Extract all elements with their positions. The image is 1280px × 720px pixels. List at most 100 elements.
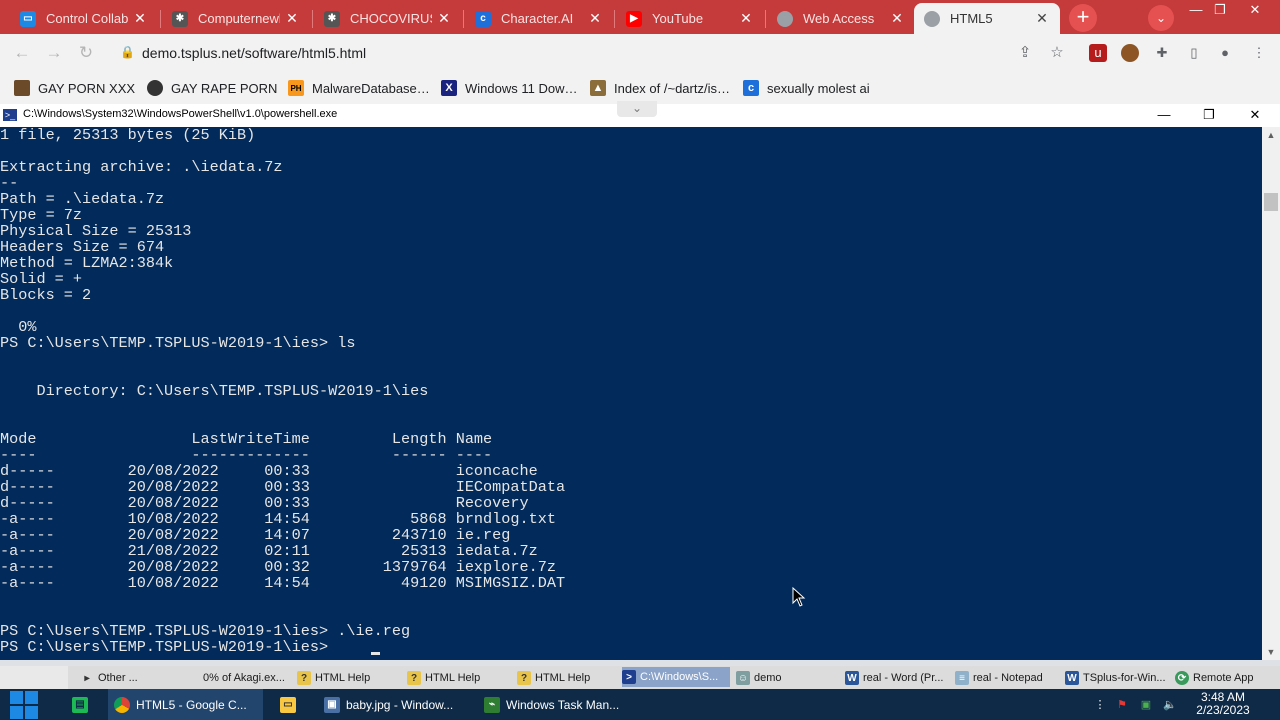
bookmark-star-icon[interactable]: ☆ <box>1048 44 1066 62</box>
windows-taskbar: ▤ HTML5 - Google C... ▭ ▣ baby.jpg - Win… <box>0 689 1280 720</box>
bookmark-item[interactable]: c sexually molest ai <box>743 78 870 98</box>
character-ai-icon: c <box>743 80 759 96</box>
share-icon[interactable]: ⇪ <box>1016 44 1034 62</box>
taskbar-photo-viewer[interactable]: ▣ baby.jpg - Window... <box>318 689 468 720</box>
console-line: PS C:\Users\TEMP.TSPLUS-W2019-1\ies> ls <box>0 334 356 352</box>
remote-task-item[interactable]: ⟳ Remote App <box>1175 669 1275 687</box>
taskbar-file-explorer[interactable]: ▭ <box>274 689 308 720</box>
console-line: -a---- 20/08/2022 14:07 243710 ie.reg <box>0 526 511 544</box>
new-tab-button[interactable]: + <box>1069 4 1097 32</box>
tab-separator <box>614 10 615 28</box>
tab-computernewb[interactable]: ✱ Computernewb ✕ <box>162 3 310 34</box>
bookmark-item[interactable]: X Windows 11 Dow… <box>441 78 577 98</box>
reload-icon[interactable]: ↻ <box>74 42 98 64</box>
remote-task-item[interactable]: ? HTML Help <box>407 669 511 687</box>
close-icon[interactable]: ✕ <box>1034 10 1050 27</box>
clock-date: 2/23/2023 <box>1196 703 1250 717</box>
extensions-puzzle-icon[interactable]: ✚ <box>1153 44 1171 62</box>
remote-task-item[interactable]: 0% of Akagi.ex... <box>203 669 291 687</box>
bookmark-item[interactable]: GAY RAPE PORN <box>147 78 277 98</box>
window-close-button[interactable]: ✕ <box>1243 2 1267 20</box>
powershell-console[interactable]: PS C:\Users\TEMP.TSPLUS-W2019-1\ies> PS … <box>0 127 1262 660</box>
remote-task-item[interactable]: W real - Word (Pr... <box>845 669 949 687</box>
scrollbar-thumb[interactable] <box>1264 193 1278 211</box>
taskbar-app[interactable]: ▤ <box>66 689 100 720</box>
bookmark-site-icon <box>14 80 30 96</box>
overflow-dots-icon[interactable]: ⋮ <box>1092 697 1108 713</box>
close-icon[interactable]: ✕ <box>284 10 300 27</box>
bookmark-item[interactable]: GAY PORN XXX <box>14 78 135 98</box>
help-icon: ? <box>297 671 311 685</box>
console-line: -a---- 20/08/2022 00:32 1379764 iexplore… <box>0 558 556 576</box>
console-line: -a---- 10/08/2022 14:54 5868 brndlog.txt <box>0 510 556 528</box>
system-clock[interactable]: 3:48 AM 2/23/2023 <box>1190 691 1256 717</box>
forward-arrow-icon[interactable]: → <box>42 42 66 64</box>
remote-task-item[interactable]: ▸ Other ... <box>80 669 188 687</box>
remote-task-item[interactable]: ≡ real - Notepad <box>955 669 1059 687</box>
bookmark-item[interactable]: PH MalwareDatabase… <box>288 78 430 98</box>
remote-app-icon: ⟳ <box>1175 671 1189 685</box>
profile-icon[interactable]: ● <box>1216 44 1234 62</box>
tab-web-access[interactable]: Web Access ✕ <box>767 3 915 34</box>
taskbar-chrome[interactable]: HTML5 - Google C... <box>108 689 263 720</box>
scroll-up-arrow-icon[interactable]: ▲ <box>1262 127 1280 143</box>
ph-logo-icon: PH <box>288 80 304 96</box>
maximize-button[interactable]: ❐ <box>1194 105 1224 125</box>
folder-icon: ▲ <box>590 80 606 96</box>
flag-icon[interactable]: ⚑ <box>1114 697 1130 713</box>
close-icon[interactable]: ✕ <box>587 10 603 27</box>
console-line: Physical Size = 25313 <box>0 222 192 240</box>
extension-avatar-icon[interactable] <box>1121 44 1139 62</box>
remote-task-item[interactable]: ? HTML Help <box>297 669 401 687</box>
windows-start-icon[interactable] <box>10 691 38 719</box>
bookmarks-bar: GAY PORN XXX GAY RAPE PORN PH MalwareDat… <box>0 72 1280 104</box>
scroll-down-arrow-icon[interactable]: ▼ <box>1262 644 1280 660</box>
tab-youtube[interactable]: ▶ YouTube ✕ <box>616 3 764 34</box>
volume-icon[interactable]: 🔈 <box>1162 697 1178 713</box>
tab-label: CHOCOVIRUS <box>350 11 432 26</box>
close-button[interactable]: ✕ <box>1240 105 1270 125</box>
minimize-button[interactable]: — <box>1184 2 1208 20</box>
console-line: -a---- 10/08/2022 14:54 49120 MSIMGSIZ.D… <box>0 574 566 592</box>
close-icon[interactable]: ✕ <box>436 10 452 27</box>
ublock-icon[interactable]: u <box>1089 44 1107 62</box>
remote-task-item-active[interactable]: > C:\Windows\S... <box>622 667 730 687</box>
tab-chocovirus[interactable]: ✱ CHOCOVIRUS ✕ <box>314 3 462 34</box>
restore-button[interactable]: ❐ <box>1208 2 1232 20</box>
tab-html5[interactable]: HTML5 ✕ <box>914 3 1060 34</box>
powershell-icon: >_ <box>3 109 17 121</box>
close-icon[interactable]: ✕ <box>132 10 148 27</box>
console-line: 1 file, 25313 bytes (25 KiB) <box>0 127 256 144</box>
console-line: Blocks = 2 <box>0 286 92 304</box>
triangle-right-icon: ▸ <box>84 672 90 684</box>
bookmark-item[interactable]: ▲ Index of /~dartz/is… <box>590 78 730 98</box>
close-icon[interactable]: ✕ <box>738 10 754 27</box>
network-icon[interactable]: ▣ <box>1138 697 1154 713</box>
tab-separator <box>312 10 313 28</box>
console-scrollbar[interactable]: ▲ ▼ <box>1262 127 1280 660</box>
tab-character-ai[interactable]: c Character.AI ✕ <box>465 3 613 34</box>
menu-kebab-icon[interactable]: ⋮ <box>1250 44 1268 62</box>
bookmark-label: Index of /~dartz/is… <box>614 80 730 96</box>
chevron-down-icon[interactable]: ⌄ <box>617 101 657 117</box>
user-icon: ☺ <box>736 671 750 685</box>
tab-label: HTML5 <box>950 11 993 26</box>
remote-task-label: real - Notepad <box>973 672 1043 684</box>
taskbar-task-manager[interactable]: ⌁ Windows Task Man... <box>478 689 628 720</box>
tab-search-button[interactable]: ⌄ <box>1148 5 1174 31</box>
console-line: PS C:\Users\TEMP.TSPLUS-W2019-1\ies> <box>0 638 338 656</box>
remote-task-label: real - Word (Pr... <box>863 672 944 684</box>
close-icon[interactable]: ✕ <box>889 10 905 27</box>
address-bar[interactable]: 🔒 demo.tsplus.net/software/html5.html ⇪ … <box>106 38 1080 68</box>
tab-label: Control Collab <box>46 11 128 26</box>
remote-task-item[interactable]: ☺ demo <box>736 669 836 687</box>
minimize-button[interactable]: — <box>1149 105 1179 125</box>
back-arrow-icon[interactable]: ← <box>10 42 34 64</box>
taskbar-label: Windows Task Man... <box>506 697 620 712</box>
remote-task-item[interactable]: W TSplus-for-Win... <box>1065 669 1169 687</box>
file-explorer-icon: ▭ <box>280 696 296 713</box>
url-text[interactable]: demo.tsplus.net/software/html5.html <box>142 45 366 61</box>
remote-task-item[interactable]: ? HTML Help <box>517 669 621 687</box>
tab-control-collab[interactable]: ▭ Control Collab ✕ <box>10 3 158 34</box>
side-panel-icon[interactable]: ▯ <box>1185 44 1203 62</box>
